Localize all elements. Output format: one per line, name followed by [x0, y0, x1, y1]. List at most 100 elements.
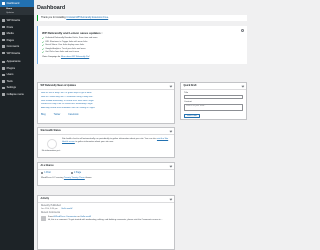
sidebar-item-label: WP Rewrite — [6, 19, 21, 23]
sidebar-item-label: Settings — [6, 86, 16, 90]
news-link[interactable]: Add Bitly WordPress Branded Links to Pos… — [41, 107, 171, 111]
sidebar-item-label: Media — [6, 32, 14, 36]
promo-notice: WP Rebrandly and Lemon saves updates : ✔… — [37, 26, 247, 64]
recent-post-link[interactable]: Hello world! — [62, 208, 73, 210]
checkmark-icon: ✔ — [42, 51, 45, 55]
appearance-icon — [2, 60, 5, 64]
content-label: Content — [184, 101, 192, 104]
plugins-icon — [2, 67, 5, 70]
social-links: Blog Twitter Facebook — [41, 114, 171, 116]
news-widget: WP Rebrandly News & Updates How to Join … — [37, 82, 175, 124]
site-health-widget: Site Health Status No information yet...… — [37, 127, 175, 158]
promo-footer: Claim Campaign for More about WP Rebrand… — [42, 56, 243, 58]
promo-pro-link[interactable]: More about WP Rebrandly Pro — [61, 56, 89, 58]
promo-feature: ✔ Get Clicks from links and much more — [42, 51, 243, 55]
main-content: Dashboard Thank you for installing Unins… — [34, 0, 250, 250]
health-status-label: No information yet... — [41, 149, 62, 152]
avatar — [41, 216, 46, 222]
post-icon — [41, 171, 44, 174]
sidebar-item-label: Pages — [6, 38, 14, 42]
notice-suffix: . — [108, 16, 109, 20]
glance-item-label: 1 Page — [73, 171, 82, 174]
glance-items: 1 Post 1 Page — [41, 171, 171, 174]
sidebar-item-label: Home — [6, 7, 13, 10]
dismiss-icon[interactable] — [241, 28, 244, 32]
health-text-pre: Site health checks will automatically ru… — [62, 137, 157, 140]
glance-item[interactable]: 1 Post — [41, 171, 51, 174]
social-link-blog[interactable]: Blog — [41, 114, 46, 116]
glance-item[interactable]: 1 Page — [70, 171, 82, 174]
chevron-down-icon[interactable] — [169, 129, 172, 133]
sidebar-item-label: Collapse menu — [6, 92, 24, 96]
sidebar-item-label: Plugins — [6, 66, 16, 70]
comment-author-link[interactable]: A WordPress Commenter — [53, 216, 77, 218]
news-widget-title: WP Rebrandly News & Updates — [40, 84, 77, 88]
pages-icon — [2, 38, 5, 42]
users-icon — [2, 73, 5, 77]
title-field[interactable] — [184, 94, 243, 100]
content-field[interactable]: What's on your mind? — [184, 103, 243, 111]
wp-rewrite-icon — [2, 51, 5, 55]
chevron-down-icon[interactable] — [169, 84, 172, 88]
recent-comments-heading: Recent Comments — [41, 212, 61, 215]
sidebar-item-label: Tools — [6, 79, 13, 83]
admin-sidebar: Dashboard Home Updates WP Rewrite Posts Media… — [0, 0, 34, 250]
sidebar-item-label: WP Rewrite — [6, 51, 21, 55]
recent-post-row: Jan 12th, 8:50 pm Hello world! — [41, 208, 171, 210]
wp-version-label: WordPress 6.2 running — [41, 176, 64, 179]
tools-icon — [2, 80, 5, 83]
sidebar-item-label: Dashboard — [6, 1, 20, 5]
comment-body: Hi, this is a comment. To get started wi… — [48, 218, 163, 221]
sidebar-item-label: Appearance — [6, 60, 21, 64]
settings-icon — [2, 86, 5, 90]
theme-link[interactable]: Twenty Twenty-Three — [64, 177, 85, 179]
health-description: Site health checks will automatically ru… — [62, 137, 171, 144]
promo-title: WP Rebrandly and Lemon saves updates : — [42, 31, 103, 35]
promo-feature-list: ✔ Unlimited Rebrandly Branded Links, Save… — [42, 37, 243, 55]
recently-published-heading: Recently Published — [41, 205, 61, 208]
save-draft-button[interactable]: Save Draft — [184, 113, 200, 119]
title-label: Title — [184, 92, 189, 95]
sidebar-item-label: Posts — [6, 25, 14, 29]
wp-rewrite-icon — [2, 19, 5, 22]
page-title: Dashboard — [37, 5, 66, 11]
success-notice: Thank you for installing Uninstall WP Re… — [37, 15, 247, 21]
comment-item: From A WordPress Commenter on Hello worl… — [41, 216, 171, 222]
at-a-glance-title: At a Glance — [40, 164, 54, 168]
at-a-glance-widget: At a Glance 1 Post 1 Page WordPress 6.2 r… — [37, 162, 175, 186]
sidebar-item-label: Users — [6, 73, 14, 77]
wp-version-suffix: theme. — [84, 176, 93, 179]
news-links: How to Join a Bitly Link? In great steps… — [41, 92, 171, 112]
chevron-down-icon[interactable] — [169, 164, 172, 168]
activity-title: Activity — [40, 197, 50, 201]
glance-item-label: 1 Post — [44, 171, 51, 174]
social-link-twitter[interactable]: Twitter — [54, 114, 61, 116]
recent-post-date: Jan 12th, 8:50 pm — [41, 208, 58, 211]
comment-post-link[interactable]: Hello world! — [80, 216, 91, 218]
dashboard-icon — [2, 1, 5, 5]
comment-text: From A WordPress Commenter on Hello worl… — [48, 216, 162, 222]
activity-widget: Activity Recently Published Jan 12th, 8:… — [37, 195, 175, 250]
chevron-down-icon[interactable] — [241, 84, 244, 88]
sidebar-item-collapse-menu[interactable]: Collapse menu — [0, 91, 34, 98]
social-link-facebook[interactable]: Facebook — [68, 114, 78, 116]
page-icon — [70, 171, 73, 174]
health-text-post: to gather information about your site no… — [74, 140, 114, 143]
quick-draft-widget: Quick Draft Title Content What's on your… — [180, 82, 247, 120]
posts-icon — [2, 25, 5, 29]
health-ring-icon — [47, 138, 57, 149]
promo-feature-text: Get Clicks from links and much more — [45, 51, 80, 54]
collapse-menu-icon — [2, 93, 5, 96]
promo-footer-text: Claim Campaign for — [42, 56, 61, 59]
notice-text: Thank you for installing — [41, 16, 67, 20]
site-health-title: Site Health Status — [40, 129, 61, 133]
promo-footer-suffix: ! — [89, 56, 90, 59]
media-icon — [2, 32, 5, 35]
quick-draft-title: Quick Draft — [183, 84, 197, 88]
wp-version-text: WordPress 6.2 running Twenty Twenty-Thre… — [41, 177, 171, 179]
uninstall-link[interactable]: Uninstall WP Rebrandly Extension Free — [66, 16, 108, 19]
comments-icon — [2, 45, 5, 48]
chevron-down-icon[interactable] — [169, 197, 172, 201]
sidebar-item-label: Updates — [6, 11, 15, 14]
sidebar-item-label: Comments — [6, 45, 20, 49]
